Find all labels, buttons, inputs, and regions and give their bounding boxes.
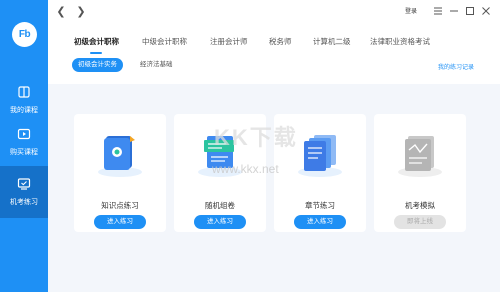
practice-cards-area: 知识点练习 进入练习 随机组卷 进入练习 章节练习 进入练习 机考模拟 即将上线 [48,84,500,292]
card-mock-exam: 机考模拟 即将上线 [374,114,466,232]
tab-cpa[interactable]: 注册会计师 [210,36,248,47]
computer-test-icon [17,178,31,190]
sidebar-item-label: 购买课程 [10,149,38,156]
tab-legal-qualification[interactable]: 法律职业资格考试 [370,36,430,47]
subtab-junior-accounting-practice[interactable]: 初级会计实务 [72,58,123,72]
tab-computer-level-2[interactable]: 计算机二级 [313,36,351,47]
exam-category-tabs: 初级会计职称 中级会计职称 注册会计师 税务师 计算机二级 法律职业资格考试 [48,22,500,54]
card-knowledge-practice: 知识点练习 进入练习 [74,114,166,232]
app-logo: Fb [12,22,37,47]
subtab-economic-law[interactable]: 经济法基础 [134,58,179,72]
watermark-url: www.kkx.net [212,162,279,176]
forward-icon[interactable]: ❯ [74,4,88,18]
card-title: 章节练习 [305,201,335,210]
watermark-text: KK下载 [214,125,298,150]
sidebar-item-exam-practice[interactable]: 机考练习 [0,166,48,218]
sidebar-item-buy-courses[interactable]: 购买课程 [0,116,48,168]
menu-icon[interactable] [432,5,444,17]
play-icon [17,128,31,140]
subject-tabs: 初级会计实务 经济法基础 我的练习记录 [48,58,500,74]
sidebar-item-label: 机考练习 [10,199,38,206]
minimize-icon[interactable] [448,5,460,17]
login-link[interactable]: 登录 [405,6,417,15]
close-icon[interactable] [480,5,492,17]
practice-records-link[interactable]: 我的练习记录 [438,62,474,71]
tab-intermediate-accounting[interactable]: 中级会计职称 [142,36,187,47]
maximize-icon[interactable] [464,5,476,17]
main-panel: 初级会计职称 中级会计职称 注册会计师 税务师 计算机二级 法律职业资格考试 初… [48,22,500,292]
tab-tax-agent[interactable]: 税务师 [269,36,292,47]
tab-junior-accounting[interactable]: 初级会计职称 [74,36,119,47]
sidebar: Fb 我的课程 购买课程 机考练习 [0,0,48,292]
back-icon[interactable]: ❮ [54,4,68,18]
book-icon [18,86,30,98]
knowledge-book-icon [98,136,142,177]
card-title: 知识点练习 [101,201,139,210]
card-title: 机考模拟 [405,201,435,210]
active-tab-indicator [90,52,102,54]
exam-document-icon [398,136,442,177]
coming-soon-button: 即将上线 [394,215,446,229]
sidebar-item-label: 我的课程 [10,107,38,114]
enter-practice-button[interactable]: 进入练习 [94,215,146,229]
enter-practice-button[interactable]: 进入练习 [294,215,346,229]
card-title: 随机组卷 [205,201,235,210]
chapter-docs-icon [298,135,342,177]
enter-practice-button[interactable]: 进入练习 [194,215,246,229]
title-bar: ❮ ❯ 登录 [48,0,500,22]
